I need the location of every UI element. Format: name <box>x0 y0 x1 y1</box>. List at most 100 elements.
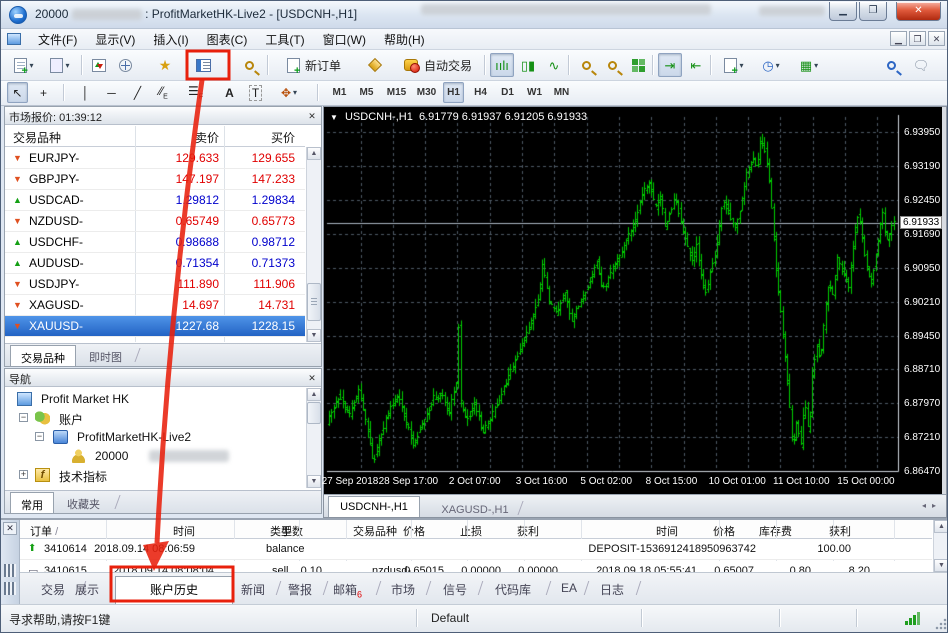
mdi-minimize-button[interactable]: ▁ <box>890 31 907 46</box>
menu-window[interactable]: 窗口(W) <box>314 29 375 50</box>
strategy-tester-button[interactable] <box>237 53 261 77</box>
close-button[interactable]: ✕ <box>896 2 941 21</box>
cursor-tool-button[interactable]: ↖ <box>7 82 28 103</box>
arrows-tool-button[interactable]: ✥▾ <box>273 82 305 103</box>
data-window-button[interactable] <box>113 53 137 77</box>
menu-view[interactable]: 显示(V) <box>86 29 144 50</box>
timeframe-h1-button[interactable]: H1 <box>443 82 464 103</box>
vertical-line-tool-button[interactable]: │ <box>75 82 96 103</box>
scroll-down-icon[interactable]: ▼ <box>307 475 321 488</box>
symbol-row-usdchf[interactable]: ▲ USDCHF- 0.98688 0.98712 <box>5 232 305 253</box>
col-close-time[interactable]: 时间 <box>656 523 678 539</box>
col-tp[interactable]: 获利 <box>517 523 539 539</box>
chart-mdi-icon[interactable] <box>7 33 21 45</box>
menu-charts[interactable]: 图表(C) <box>198 29 257 50</box>
autotrading-button[interactable]: 自动交易 <box>397 53 479 77</box>
navigator-toggle-button[interactable]: ★ <box>153 53 177 77</box>
mdi-restore-button[interactable]: ❐ <box>909 31 926 46</box>
tab-favorites[interactable]: 收藏夹 <box>67 496 100 512</box>
col-ask[interactable]: 买价 <box>271 129 295 146</box>
tab-tick-chart[interactable]: 即时图 <box>89 349 122 365</box>
collapse-expander-icon[interactable]: − <box>19 413 28 422</box>
fibonacci-tool-button[interactable]: ☰F <box>185 82 206 103</box>
symbol-row-usdcad[interactable]: ▲ USDCAD- 1.29812 1.29834 <box>5 190 305 211</box>
zoom-in-button[interactable] <box>574 53 598 77</box>
chat-button[interactable]: 🗨 <box>909 53 933 77</box>
tab-mailbox[interactable]: 邮箱6 <box>333 581 362 599</box>
history-row-trade-clipped[interactable]: ▭ 3410615 2018.09.14 08:08:04 sell 0.10 … <box>20 561 932 572</box>
menu-help[interactable]: 帮助(H) <box>375 29 434 50</box>
templates-button[interactable]: ▦▾ <box>791 53 827 77</box>
tab-exposure[interactable]: 展示 <box>75 581 99 598</box>
scrollbar-thumb[interactable] <box>307 402 321 424</box>
col-sl[interactable]: 止损 <box>460 523 482 539</box>
bar-chart-type-button[interactable]: ıılı <box>490 53 514 77</box>
new-order-button[interactable]: + 新订单 <box>275 53 353 77</box>
line-chart-type-button[interactable]: ∿ <box>542 53 566 77</box>
terminal-toggle-button[interactable] <box>191 53 215 77</box>
symbol-row-audusd[interactable]: ▲ AUDUSD- 0.71354 0.71373 <box>5 253 305 274</box>
chart-area[interactable]: ▼ USDCNH-,H1 6.91779 6.91937 6.91205 6.9… <box>324 107 942 494</box>
timeframe-mn-button[interactable]: MN <box>551 82 572 103</box>
tree-item-accounts[interactable]: − 账户 <box>9 409 303 428</box>
tab-experts[interactable]: EA <box>561 581 577 595</box>
tab-trade[interactable]: 交易 <box>41 581 65 598</box>
scroll-up-icon[interactable]: ▲ <box>934 520 948 533</box>
tree-item-platform[interactable]: Profit Market HK <box>9 390 303 409</box>
tree-item-server[interactable]: − ProfitMarketHK-Live2 <box>9 428 303 447</box>
col-close-price[interactable]: 价格 <box>713 523 735 539</box>
timeframe-m30-button[interactable]: M30 <box>413 82 440 103</box>
terminal-grip-icon[interactable] <box>4 564 16 577</box>
market-watch-close-icon[interactable]: ✕ <box>305 109 319 122</box>
history-row-balance[interactable]: ⬆ 3410614 2018.09.14 08:06:59 balance DE… <box>20 539 932 560</box>
mdi-close-button[interactable]: ✕ <box>928 31 945 46</box>
status-profile[interactable]: Default <box>431 611 469 625</box>
collapse-expander-icon[interactable]: − <box>35 432 44 441</box>
symbol-row-gbpjpy[interactable]: ▼ GBPJPY- 147.197 147.233 <box>5 169 305 190</box>
chart-shift-button[interactable]: ⇤ <box>684 53 708 77</box>
tab-symbols[interactable]: 交易品种 <box>10 345 76 366</box>
terminal-grip-icon[interactable] <box>4 582 16 595</box>
timeframe-d1-button[interactable]: D1 <box>497 82 518 103</box>
profiles-button[interactable]: ▾ <box>43 53 77 77</box>
chart-tab-usdcnh[interactable]: USDCNH-,H1 <box>328 496 420 517</box>
tab-signals[interactable]: 信号 <box>443 581 467 598</box>
col-order[interactable]: 订单 / <box>30 523 58 539</box>
auto-scroll-button[interactable]: ⇥ <box>658 53 682 77</box>
timeframe-w1-button[interactable]: W1 <box>524 82 545 103</box>
resize-grip[interactable] <box>935 618 947 630</box>
scroll-up-icon[interactable]: ▲ <box>307 388 321 401</box>
channel-tool-button[interactable]: ⁄⁄E <box>153 82 174 103</box>
menu-insert[interactable]: 插入(I) <box>144 29 197 50</box>
terminal-close-icon[interactable]: ✕ <box>3 522 17 535</box>
scroll-up-icon[interactable]: ▲ <box>307 147 321 160</box>
menu-file[interactable]: 文件(F) <box>29 29 86 50</box>
market-watch-toggle-button[interactable] <box>87 53 111 77</box>
symbol-row-eurjpy[interactable]: ▼ EURJPY- 129.633 129.655 <box>5 148 305 169</box>
zoom-out-button[interactable] <box>600 53 624 77</box>
label-tool-button[interactable]: T <box>245 82 266 103</box>
tab-code-base[interactable]: 代码库 <box>495 581 531 598</box>
indicators-button[interactable]: +▾ <box>717 53 751 77</box>
tab-common[interactable]: 常用 <box>10 492 54 513</box>
chart-dropdown-icon[interactable]: ▼ <box>330 113 338 122</box>
menu-tools[interactable]: 工具(T) <box>256 29 313 50</box>
tile-windows-button[interactable] <box>626 53 650 77</box>
timeframe-h4-button[interactable]: H4 <box>470 82 491 103</box>
tree-item-indicators[interactable]: + f 技术指标 <box>9 466 303 485</box>
col-open-time[interactable]: 时间 <box>173 523 195 539</box>
col-open-price[interactable]: 价格 <box>403 523 425 539</box>
tab-account-history[interactable]: 账户历史 <box>115 576 233 606</box>
col-symbol[interactable]: 交易品种 <box>353 523 397 539</box>
tab-journal[interactable]: 日志 <box>600 581 624 598</box>
terminal-scrollbar[interactable]: ▲ ▼ <box>933 520 948 572</box>
symbol-row-usdjpy[interactable]: ▼ USDJPY- 111.890 111.906 <box>5 274 305 295</box>
symbol-row-nzdusd[interactable]: ▼ NZDUSD- 0.65749 0.65773 <box>5 211 305 232</box>
col-bid[interactable]: 卖价 <box>195 129 219 146</box>
new-chart-button[interactable]: +▾ <box>7 53 41 77</box>
chart-tab-scroll-icons[interactable]: ◂▸ <box>922 501 942 510</box>
timeframe-m1-button[interactable]: M1 <box>329 82 350 103</box>
market-watch-scrollbar[interactable]: ▲ ▼ <box>306 147 321 342</box>
minimize-button[interactable]: ▁ <box>829 2 857 21</box>
text-tool-button[interactable]: A <box>219 82 240 103</box>
